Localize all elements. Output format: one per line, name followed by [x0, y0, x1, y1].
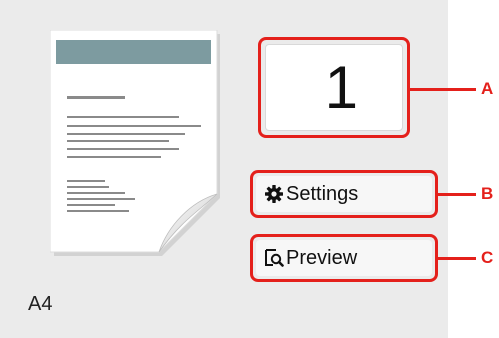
callout-label-b: B — [481, 184, 494, 203]
callout-line-b — [438, 193, 476, 196]
print-panel: A4 1 Settings Preview — [0, 0, 448, 338]
settings-button-label: Settings — [286, 182, 359, 205]
settings-button[interactable]: Settings — [250, 170, 438, 218]
callout-label-c: C — [481, 248, 494, 267]
paper-size-label: A4 — [28, 293, 53, 315]
gear-icon — [264, 184, 284, 204]
callout-line-a — [410, 88, 476, 91]
magnifier-page-icon — [264, 248, 284, 268]
document-preview-thumbnail — [50, 30, 223, 258]
preview-button[interactable]: Preview — [250, 234, 438, 282]
copies-value[interactable]: 1 — [265, 44, 403, 131]
callout-label-a: A — [481, 79, 494, 98]
preview-button-label: Preview — [286, 246, 358, 269]
callout-line-c — [438, 257, 476, 260]
copies-field[interactable]: 1 — [258, 37, 410, 138]
